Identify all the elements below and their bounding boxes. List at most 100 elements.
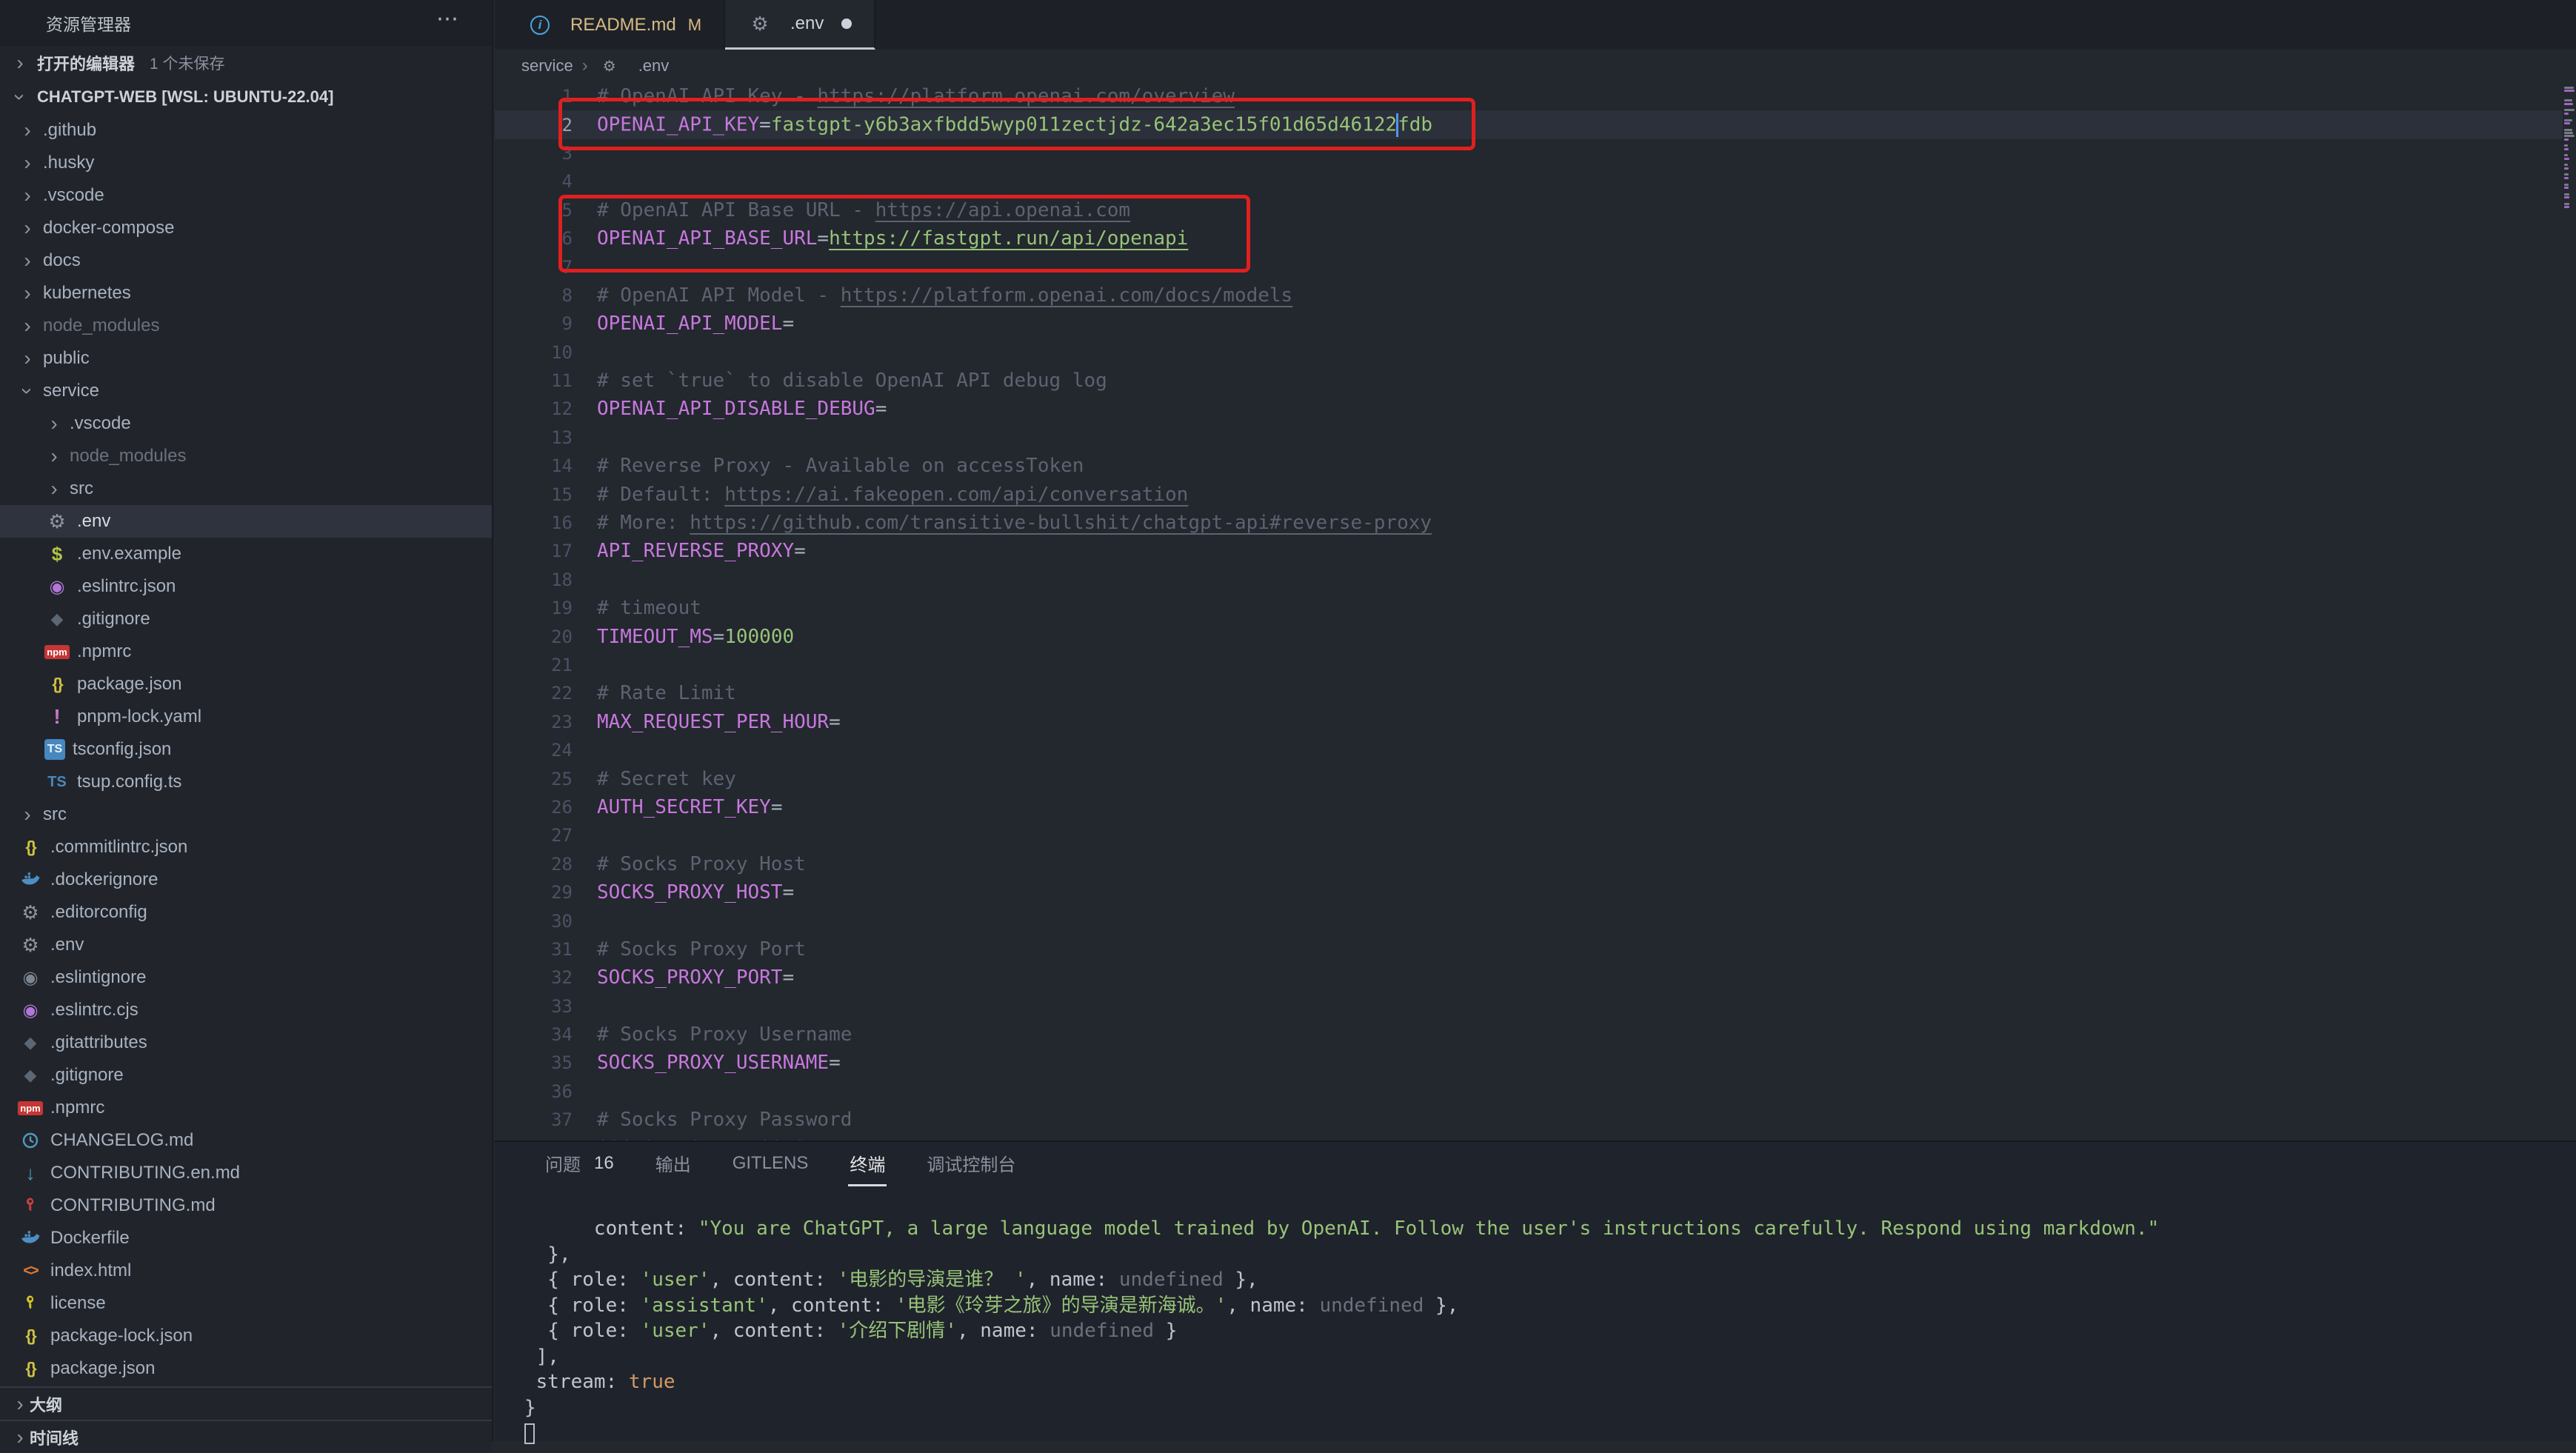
docker-whale-icon [18,872,43,888]
tree-folder-docker-compose[interactable]: ›docker-compose [0,212,492,244]
panel-tab-问题[interactable]: 问题 16 [544,1142,615,1186]
env-example-icon: $ [44,543,70,566]
tree-file-.editorconfig[interactable]: ⚙.editorconfig [0,896,492,929]
tree-file-CONTRIBUTING.md[interactable]: CONTRIBUTING.md [0,1189,492,1222]
tree-folder-node_modules[interactable]: ›node_modules [0,310,492,342]
line-number: 31 [495,939,573,960]
timeline-section[interactable]: › 时间线 [0,1420,492,1453]
tree-file-.npmrc[interactable]: npm.npmrc [0,635,492,668]
tree-item-label: docs [43,250,81,271]
open-editors-section[interactable]: › 打开的编辑器 1 个未保存 [0,46,492,80]
tree-folder-service[interactable]: ›service [0,375,492,407]
panel-tab-输出[interactable]: 输出 [654,1142,693,1186]
tree-folder-.github[interactable]: ›.github [0,114,492,147]
tree-item-label: CONTRIBUTING.en.md [50,1163,240,1183]
tree-folder-.husky[interactable]: ›.husky [0,147,492,179]
breadcrumb[interactable]: service › ⚙ .env [495,50,2576,82]
tree-file-.env[interactable]: ⚙.env [0,929,492,961]
tree-folder-src[interactable]: ›src [0,472,492,505]
editor-tab-bar: iREADME.mdM⚙.env [495,0,2576,50]
tree-item-label: .env.example [77,544,181,564]
code-text: SOCKS_PROXY_PORT= [573,966,794,989]
terminal-string: "You are ChatGPT, a large language model… [698,1217,2159,1240]
tree-file-package-lock.json[interactable]: {}package-lock.json [0,1320,492,1352]
terminal-text: , name: [957,1320,1050,1342]
tree-file-CHANGELOG.md[interactable]: CHANGELOG.md [0,1124,492,1157]
code-line-33: 33 [495,992,2576,1021]
tree-file-Dockerfile[interactable]: Dockerfile [0,1222,492,1255]
panel-tab-GITLENS[interactable]: GITLENS [731,1142,810,1186]
chevron-right-icon: › [44,446,64,467]
env-value: https://fastgpt.run/api/openapi [829,227,1188,250]
tree-file-tsup.config.ts[interactable]: TStsup.config.ts [0,766,492,798]
tree-folder-docs[interactable]: ›docs [0,244,492,277]
env-value: 100000 [724,626,794,648]
tree-file-package.json[interactable]: {}package.json [0,1352,492,1385]
code-line-6: 6OPENAI_API_BASE_URL=https://fastgpt.run… [495,224,2576,253]
chevron-right-icon: › [18,153,37,173]
tree-file-.commitlintrc.json[interactable]: {}.commitlintrc.json [0,831,492,864]
minimap-line-mark [2564,144,2568,147]
tree-file-.env.example[interactable]: $ .env.example [0,538,492,570]
comment: # Socks Proxy Host [597,853,806,875]
env-value: = [782,313,794,335]
tree-folder-src[interactable]: ›src [0,798,492,831]
tree-file-.gitignore[interactable]: ◆.gitignore [0,1059,492,1092]
panel-tab-label: 问题 [545,1150,581,1176]
env-value: = [794,540,806,562]
tree-file-.eslintrc.json[interactable]: ◉.eslintrc.json [0,570,492,603]
line-number: 23 [495,712,573,732]
terminal-text: } [1154,1320,1177,1342]
panel-tab-调试控制台[interactable]: 调试控制台 [925,1142,1017,1186]
code-line-22: 22# Rate Limit [495,679,2576,707]
breadcrumb-file[interactable]: .env [638,56,670,76]
tree-item-label: package-lock.json [50,1326,193,1346]
code-line-27: 27 [495,821,2576,849]
panel-tab-label: 调试控制台 [927,1150,1015,1176]
tree-folder-kubernetes[interactable]: ›kubernetes [0,277,492,310]
env-key: TIMEOUT_MS [597,626,713,648]
workspace-root-section[interactable]: › CHATGPT-WEB [WSL: UBUNTU-22.04] [0,80,492,114]
tree-file-.eslintrc.cjs[interactable]: ◉.eslintrc.cjs [0,994,492,1026]
tree-item-label: .eslintrc.json [77,576,176,597]
tree-file-.env[interactable]: ⚙.env [0,505,492,538]
tree-file-CONTRIBUTING.en.md[interactable]: ↓CONTRIBUTING.en.md [0,1157,492,1189]
tree-file-.gitignore[interactable]: ◆.gitignore [0,603,492,635]
comment: # Secret key [597,768,736,790]
tab-.env[interactable]: ⚙.env [725,0,875,50]
tree-folder-.vscode[interactable]: ›.vscode [0,407,492,440]
env-value: fdb [1398,113,1432,136]
code-line-31: 31# Socks Proxy Port [495,935,2576,963]
tree-file-tsconfig.json[interactable]: TStsconfig.json [0,733,492,766]
problems-count-badge: 16 [594,1153,614,1174]
env-value: = [817,227,829,250]
tab-README.md[interactable]: iREADME.mdM [505,0,725,50]
chevron-down-icon: › [10,87,30,107]
panel-tab-终端[interactable]: 终端 [848,1142,887,1186]
env-key: SOCKS_PROXY_PORT [597,966,782,989]
terminal-output[interactable]: content: "You are ChatGPT, a large langu… [524,1216,2561,1446]
code-editor[interactable]: 1# OpenAI API Key - https://platform.ope… [495,82,2576,1140]
explorer-title: 资源管理器 [46,10,131,36]
tree-folder-node_modules[interactable]: ›node_modules [0,440,492,472]
license-key-icon [18,1295,43,1312]
tree-item-label: index.html [50,1260,131,1281]
tree-file-package.json[interactable]: {}package.json [0,668,492,701]
tree-file-.dockerignore[interactable]: .dockerignore [0,864,492,896]
more-actions-icon[interactable]: ⋯ [436,6,461,32]
timeline-label: 时间线 [30,1426,79,1449]
tree-file-license[interactable]: license [0,1287,492,1320]
minimap-line-mark [2564,193,2569,196]
tree-file-.gitattributes[interactable]: ◆.gitattributes [0,1026,492,1059]
minimap[interactable] [2563,82,2576,1140]
breadcrumb-folder[interactable]: service [521,56,573,76]
tree-file-.eslintignore[interactable]: ◉.eslintignore [0,961,492,994]
tree-item-label: .eslintrc.cjs [50,1000,139,1021]
tree-file-index.html[interactable]: <>index.html [0,1255,492,1287]
terminal-text: , content: [710,1269,837,1291]
tree-file-.npmrc[interactable]: npm.npmrc [0,1092,492,1124]
tree-folder-.vscode[interactable]: ›.vscode [0,179,492,212]
tree-file-pnpm-lock.yaml[interactable]: !pnpm-lock.yaml [0,701,492,733]
tree-folder-public[interactable]: ›public [0,342,492,375]
outline-section[interactable]: › 大纲 [0,1386,492,1420]
